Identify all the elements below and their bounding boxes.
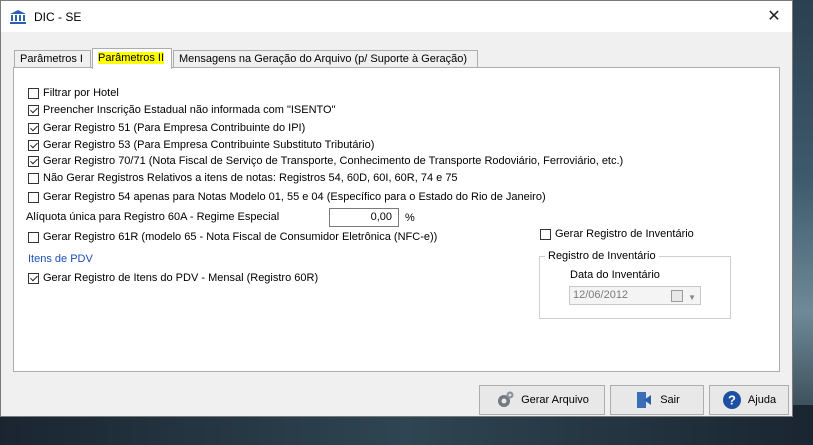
checkbox-box[interactable] [28,155,39,167]
checkbox-label: Gerar Registro de Inventário [555,228,694,240]
button-label: Gerar Arquivo [521,394,589,406]
registro-54-checkbox[interactable]: Gerar Registro 54 apenas para Notas Mode… [28,191,546,203]
checkbox-box[interactable] [28,191,39,203]
ajuda-button[interactable]: ? Ajuda [709,385,789,415]
date-value: 12/06/2012 [573,289,629,301]
bank-icon [10,10,26,24]
help-icon: ? [722,390,742,410]
gear-icon [495,390,515,410]
checkbox-label: Preencher Inscrição Estadual não informa… [43,104,336,116]
percent-unit: % [405,212,415,224]
aliquota-label: Alíquota única para Registro 60A - Regim… [26,211,280,223]
checkbox-box[interactable] [540,228,551,240]
button-label: Ajuda [747,394,777,406]
checkbox-box[interactable] [28,104,39,116]
itens-pdv-section-title: Itens de PDV [28,253,93,265]
preencher-ie-checkbox[interactable]: Preencher Inscrição Estadual não informa… [28,104,336,116]
tab-parametros-1[interactable]: Parâmetros I [14,50,91,67]
desktop-background-right [793,0,813,445]
close-icon[interactable]: ✕ [764,7,784,27]
registro-7071-checkbox[interactable]: Gerar Registro 70/71 (Nota Fiscal de Ser… [28,155,623,167]
gerar-arquivo-button[interactable]: Gerar Arquivo [479,385,605,415]
checkbox-label: Filtrar por Hotel [43,87,119,99]
tab-mensagens[interactable]: Mensagens na Geração do Arquivo (p/ Supo… [173,50,478,67]
checkbox-label: Gerar Registro 70/71 (Nota Fiscal de Ser… [43,155,624,167]
checkbox-box[interactable] [28,87,39,99]
checkbox-label: Gerar Registro 51 (Para Empresa Contribu… [43,122,306,134]
window-title: DIC - SE [34,10,82,24]
checkbox-box[interactable] [28,139,39,151]
aliquota-input[interactable]: 0,00 [329,208,399,227]
filtrar-hotel-checkbox[interactable]: Filtrar por Hotel [28,87,119,99]
title-bar: DIC - SE ✕ [1,1,792,32]
checkbox-label: Não Gerar Registros Relativos a itens de… [43,172,458,184]
exit-door-icon [634,390,654,410]
tab-label: Parâmetros II [98,52,165,64]
checkbox-label: Gerar Registro 54 apenas para Notas Mode… [43,191,546,203]
data-inventario-label: Data do Inventário [570,269,660,281]
inventario-checkbox[interactable]: Gerar Registro de Inventário [540,228,694,240]
itens-pdv-checkbox[interactable]: Gerar Registro de Itens do PDV - Mensal … [28,272,318,284]
registro-61r-checkbox[interactable]: Gerar Registro 61R (modelo 65 - Nota Fis… [28,231,437,243]
button-label: Sair [660,394,680,406]
checkbox-box[interactable] [28,172,39,184]
inventario-group-title: Registro de Inventário [545,250,659,262]
registro-51-checkbox[interactable]: Gerar Registro 51 (Para Empresa Contribu… [28,122,305,134]
chevron-down-icon[interactable]: ▼ [688,289,696,306]
tab-label: Mensagens na Geração do Arquivo (p/ Supo… [179,53,468,65]
calendar-icon[interactable] [671,290,683,302]
checkbox-label: Gerar Registro 53 (Para Empresa Contribu… [43,139,375,151]
checkbox-label: Gerar Registro de Itens do PDV - Mensal … [43,272,319,284]
tab-parametros-2[interactable]: Parâmetros II [92,48,172,69]
checkbox-label: Gerar Registro 61R (modelo 65 - Nota Fis… [43,231,438,243]
checkbox-box[interactable] [28,122,39,134]
nao-gerar-registros-checkbox[interactable]: Não Gerar Registros Relativos a itens de… [28,172,458,184]
registro-53-checkbox[interactable]: Gerar Registro 53 (Para Empresa Contribu… [28,139,374,151]
checkbox-box[interactable] [28,272,39,284]
svg-text:?: ? [728,393,736,408]
tab-label: Parâmetros I [20,53,83,65]
sair-button[interactable]: Sair [610,385,704,415]
checkbox-box[interactable] [28,231,39,243]
data-inventario-picker[interactable]: 12/06/2012 ▼ [569,286,701,305]
